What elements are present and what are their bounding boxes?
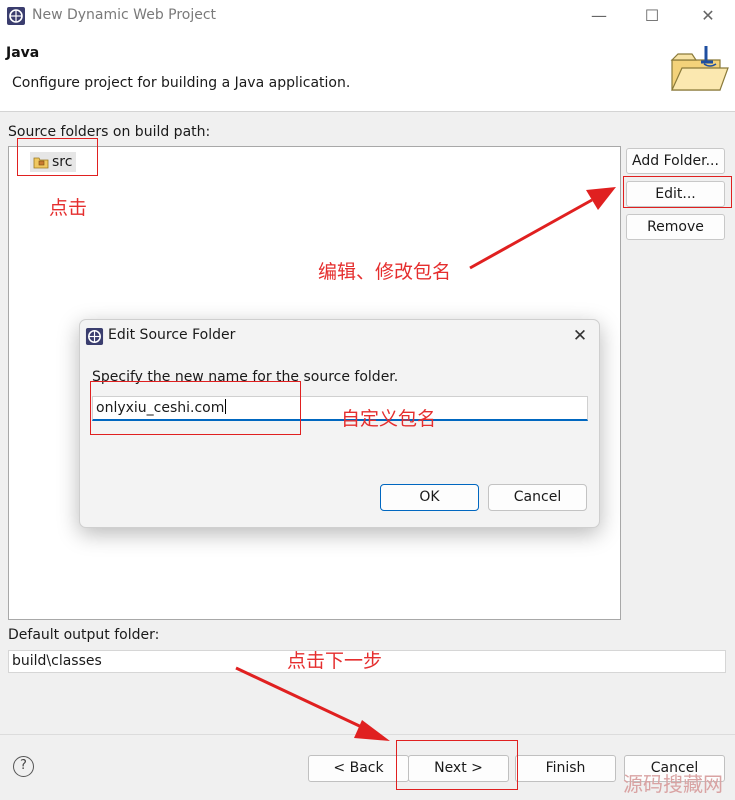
annotation-click-next: 点击下一步 <box>287 650 383 672</box>
java-folder-icon <box>670 46 729 91</box>
annotation-custom-package: 自定义包名 <box>341 408 437 430</box>
page-title: Java <box>6 45 40 61</box>
wizard-banner: Java Configure project for building a Ja… <box>0 32 735 112</box>
eclipse-app-icon <box>85 327 104 346</box>
dialog-ok-button[interactable]: OK <box>380 484 479 511</box>
dialog-title: Edit Source Folder <box>108 327 236 343</box>
page-description: Configure project for building a Java ap… <box>12 75 351 91</box>
dialog-cancel-button[interactable]: Cancel <box>488 484 587 511</box>
annotation-box-edit <box>623 176 732 208</box>
minimize-button[interactable]: — <box>585 4 613 28</box>
window-title: New Dynamic Web Project <box>32 7 217 23</box>
annotation-edit-package: 编辑、修改包名 <box>318 261 452 283</box>
maximize-button[interactable]: ☐ <box>638 4 666 28</box>
back-button[interactable]: < Back <box>308 755 409 782</box>
footer-divider <box>0 734 735 735</box>
title-bar: New Dynamic Web Project — ☐ ✕ <box>0 0 735 32</box>
arrow-to-next-button <box>235 666 390 741</box>
add-folder-button[interactable]: Add Folder... <box>626 148 725 174</box>
annotation-click: 点击 <box>49 197 88 219</box>
output-folder-label: Default output folder: <box>8 627 160 643</box>
finish-button[interactable]: Finish <box>515 755 616 782</box>
annotation-box-next <box>396 740 518 790</box>
annotation-box-src <box>17 138 98 176</box>
watermark: 源码搜藏网 <box>623 772 723 796</box>
dialog-close-button[interactable]: ✕ <box>568 324 592 348</box>
annotation-box-input <box>90 381 301 435</box>
eclipse-app-icon <box>7 7 25 25</box>
remove-button[interactable]: Remove <box>626 214 725 240</box>
close-button[interactable]: ✕ <box>694 4 722 28</box>
help-icon[interactable]: ? <box>13 756 34 777</box>
